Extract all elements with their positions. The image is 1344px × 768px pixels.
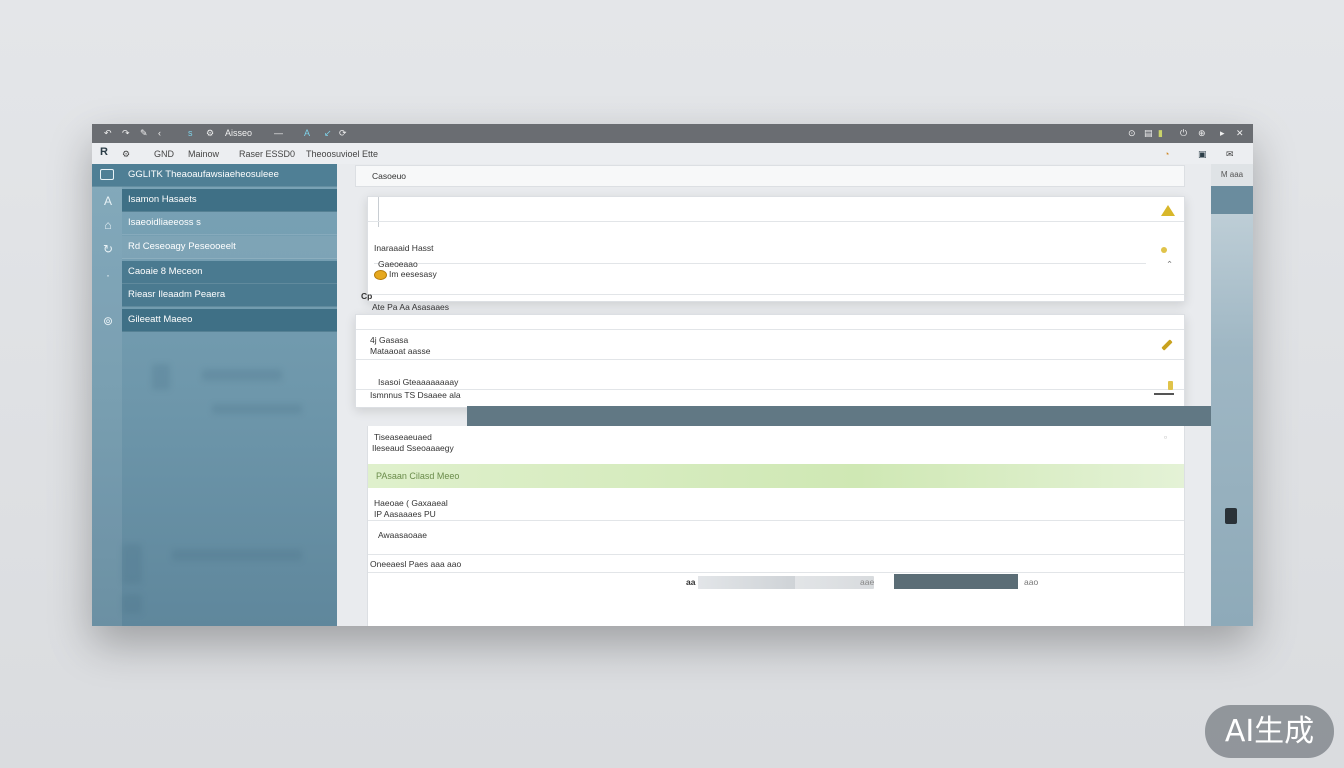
window-icon [100,169,114,180]
right-panel-strip: M aaa [1211,164,1253,626]
window-title: Aisseo [225,128,253,138]
flag-icon [1168,381,1173,390]
blurred-element [122,544,142,584]
bottom-left-label: aa [686,577,696,587]
sidebar-item-label: Isamon Hasaets [128,194,197,205]
blurred-element [172,549,302,561]
record-icon[interactable]: ⊙ [1128,128,1136,139]
sidebar-icon-a: A [103,194,112,208]
close-icon[interactable]: ✕ [1236,128,1244,139]
highlight-row[interactable]: PAsaan Cilasd Meeo [368,464,1184,488]
highlight-row-label: PAsaan Cilasd Meeo [376,471,460,481]
list-item-value: IP Aasaaaes PU [374,509,436,519]
title-bar: ↶ ↷ ✎ ‹ s ⚙ Aisseo — A ↙ ⟳ ⊙ ▤ ▮ ⏻ ⊕ ▸ ✕ [92,124,1253,143]
blurred-element [122,594,142,614]
sidebar-rail [92,164,122,626]
main-content: Casoeuo Inaraaaid Hasst Gaeoeaao Im eese… [337,164,1253,626]
sidebar-item-ceseoagy[interactable]: Rd Ceseoagy Peseooeelt [122,236,337,259]
section-divider-bar [467,406,1253,426]
sidebar-item-caoaie[interactable]: Caoaie 8 Meceon [122,261,337,284]
pencil-icon[interactable] [1161,339,1173,351]
progress-bar [698,576,874,589]
list-item-title: Awaasaoaae [378,530,427,540]
sidebar-item-rieasr[interactable]: Rieasr Ileaadm Peaera [122,284,337,307]
blurred-element [152,364,170,390]
card-row-title: Isasoi Gteaaaaaaaay [378,377,459,387]
menu-item-theoosuvioel[interactable]: Theoosuvioel Ette [306,149,378,159]
app-window: ↶ ↷ ✎ ‹ s ⚙ Aisseo — A ↙ ⟳ ⊙ ▤ ▮ ⏻ ⊕ ▸ ✕… [92,124,1253,626]
ai-generated-badge: AI生成 [1205,705,1334,758]
sidebar-item-label: Gileeatt Maeeo [128,314,193,325]
panel-icon[interactable]: ▤ [1144,128,1153,139]
tool-arrow-icon[interactable]: ↙ [324,128,332,139]
tool-a[interactable]: A [304,128,310,139]
list-item-title: Tiseaseaeuaed [374,432,432,442]
sidebar-header-label: GGLITK Theaoaufawsiaeheosuleee [128,169,279,180]
card-row-value: Mataaoat aasse [370,346,431,356]
edit-icon[interactable]: ✎ [140,128,148,139]
refresh-icon[interactable]: ⟳ [339,128,347,139]
menu-item-mainow[interactable]: Mainow [188,149,219,159]
sidebar-item-label: Rd Ceseoagy Peseooeelt [128,241,236,252]
undo-icon[interactable]: ↶ [104,128,112,139]
menu-settings-icon[interactable]: ⚙ [122,149,130,159]
blurred-element [202,369,282,381]
home-icon: ⌂ [104,218,112,232]
play-icon[interactable]: ▸ [1220,128,1225,139]
sidebar-item-label: Rieasr Ileaadm Peaera [128,289,226,300]
sidebar: GGLITK Theaoaufawsiaeheosuleee A Isamon … [92,164,337,626]
sidebar-item-label: Caoaie 8 Meceon [128,266,203,277]
blurred-element [212,404,302,414]
dot-icon: · [106,268,110,282]
detail-card: Inaraaaid Hasst Gaeoeaao Im eesesasy ⌃ [367,196,1185,302]
coin-icon [374,270,387,280]
right-panel-band [1211,186,1253,214]
status-dot-icon [1161,247,1167,253]
card-row-value: Im eesesasy [389,269,437,279]
bottom-right-label: aao [1024,577,1039,587]
mail-icon[interactable]: ✉ [1226,149,1234,159]
s-icon[interactable]: s [188,128,193,139]
list-item-value: Ileseaud Sseoaaaegy [372,443,454,453]
bottom-mid-label: aae [860,577,875,587]
power-icon[interactable]: ⏻ [1180,128,1187,139]
menu-item-gnd[interactable]: GND [154,149,174,159]
refresh-icon: ↻ [102,242,114,256]
content-header: Casoeuo [355,165,1185,187]
app-logo: R [100,146,108,158]
sidebar-header[interactable]: GGLITK Theaoaufawsiaeheosuleee [92,164,337,187]
list-footer-text: Oneeaesl Paes aaa aao [370,559,462,569]
chevron-icon[interactable]: ⌃ [1166,259,1173,270]
sidebar-item-isaeoid[interactable]: Isaeoidliaeeoss s [122,212,337,235]
progress-fill [698,576,795,589]
card-row-title: Inaraaaid Hasst [374,243,434,253]
card-row-title: 4j Gasasa [370,335,409,345]
notification-icon[interactable]: ◔ [1164,149,1169,159]
add-icon[interactable]: ⊕ [1198,128,1206,139]
menu-bar: R ⚙ GND Mainow Raser ESSD0 Theoosuvioel … [92,143,1253,165]
redo-icon[interactable]: ↷ [122,128,130,139]
section-sub-label: Ate Pa Aa Asasaaes [372,302,450,312]
back-icon[interactable]: ‹ [158,128,161,139]
square-icon[interactable]: ▫ [1164,432,1167,443]
content-header-title: Casoeuo [372,171,407,181]
view-icon[interactable]: ▣ [1198,149,1207,159]
sidebar-item-hasaets[interactable]: Isamon Hasaets [122,189,337,212]
menu-item-raser[interactable]: Raser ESSD0 [239,149,295,159]
sidebar-item-label: Isaeoidliaeeoss s [128,217,201,228]
list-panel: Tiseaseaeuaed Ileseaud Sseoaaaegy ▫ PAsa… [367,426,1185,626]
battery-icon: ▮ [1158,128,1163,138]
scroll-handle[interactable] [1225,508,1237,524]
detail-card-secondary: 4j Gasasa Mataaoat aasse Isasoi Gteaaaaa… [355,314,1185,408]
target-icon: ⊚ [102,314,114,328]
action-button[interactable] [894,574,1018,589]
tool-dash[interactable]: — [274,128,283,139]
settings-icon[interactable]: ⚙ [206,128,214,139]
right-panel-header: M aaa [1211,164,1253,186]
card-row-value: Ismnnus TS Dsaaee ala [370,390,461,400]
warning-icon[interactable] [1161,205,1175,216]
section-label: Cp [361,291,373,301]
list-item-title: Haeoae ( Gaxaaeal [374,498,448,508]
sidebar-item-gileeatt[interactable]: Gileeatt Maeeo [122,309,337,332]
